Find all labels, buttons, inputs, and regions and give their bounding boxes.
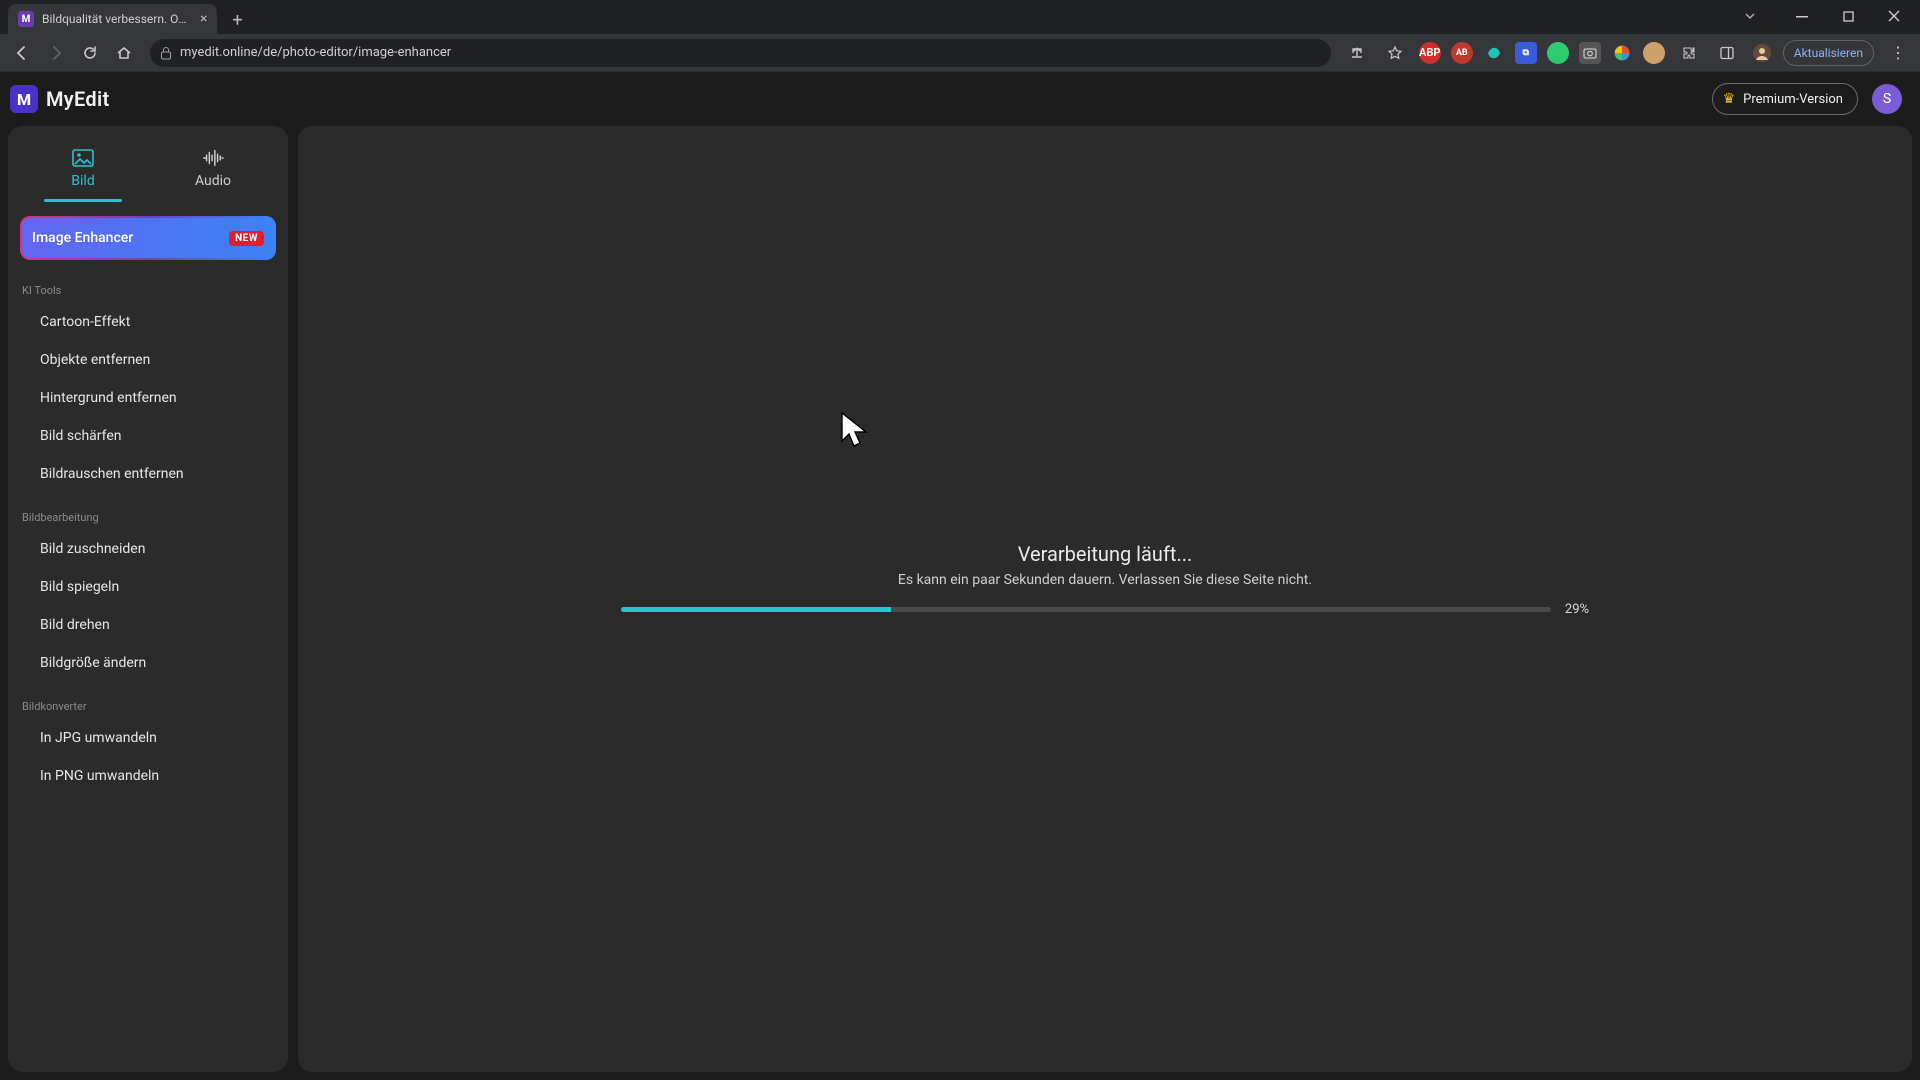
extension-deepl-icon[interactable]: ⧉	[1515, 42, 1537, 64]
new-badge: NEW	[229, 231, 264, 246]
nav-back-icon[interactable]	[8, 39, 36, 67]
mode-tab-image[interactable]: Bild	[18, 136, 148, 202]
user-avatar[interactable]: S	[1872, 84, 1902, 114]
brand[interactable]: M MyEdit	[10, 85, 110, 113]
tool-cartoon-effekt[interactable]: Cartoon-Effekt	[18, 303, 278, 341]
brand-logo-icon: M	[10, 85, 38, 113]
app-header: M MyEdit ♛ Premium-Version S	[0, 72, 1920, 126]
main-panel: Verarbeitung läuft... Es kann ein paar S…	[298, 126, 1912, 1072]
tool-in-jpg-umwandeln[interactable]: In JPG umwandeln	[18, 719, 278, 757]
browser-toolbar: myedit.online/de/photo-editor/image-enha…	[0, 34, 1920, 72]
audio-icon	[202, 149, 224, 167]
browser-tabstrip: M Bildqualität verbessern. Online m × +	[0, 0, 1920, 34]
extensions-area: ABP AB ⧉ Aktualisieren ⋮	[1343, 39, 1912, 67]
extension-colorwheel-icon[interactable]	[1611, 42, 1633, 64]
tool-bild-zuschneiden[interactable]: Bild zuschneiden	[18, 530, 278, 568]
mode-tab-audio[interactable]: Audio	[148, 136, 278, 202]
share-icon[interactable]	[1343, 39, 1371, 67]
extension-camera-icon[interactable]	[1579, 42, 1601, 64]
mode-tab-audio-label: Audio	[195, 173, 231, 189]
tab-close-icon[interactable]: ×	[200, 12, 207, 26]
extension-surfshark-icon[interactable]	[1483, 42, 1505, 64]
progress-bar-fill	[621, 607, 891, 612]
extension-adblock-icon[interactable]: AB	[1451, 42, 1473, 64]
mouse-cursor-icon	[838, 411, 872, 451]
refresh-button[interactable]: Aktualisieren	[1783, 40, 1874, 66]
bookmark-star-icon[interactable]	[1381, 39, 1409, 67]
address-bar[interactable]: myedit.online/de/photo-editor/image-enha…	[150, 39, 1331, 67]
tool-hintergrund-entfernen[interactable]: Hintergrund entfernen	[18, 379, 278, 417]
progress-subtitle: Es kann ein paar Sekunden dauern. Verlas…	[898, 572, 1312, 588]
browser-menu-icon[interactable]: ⋮	[1884, 43, 1912, 62]
window-maximize-icon[interactable]	[1826, 2, 1870, 30]
hero-label: Image Enhancer	[32, 230, 133, 246]
new-tab-button[interactable]: +	[223, 6, 251, 34]
extension-green-icon[interactable]	[1547, 42, 1569, 64]
tool-in-png-umwandeln[interactable]: In PNG umwandeln	[18, 757, 278, 795]
group-header-bildkonverter: Bildkonverter	[22, 700, 274, 713]
nav-reload-icon[interactable]	[76, 39, 104, 67]
extensions-puzzle-icon[interactable]	[1675, 39, 1703, 67]
crown-icon: ♛	[1723, 91, 1736, 107]
progress-percent: 29%	[1565, 602, 1589, 617]
progress-title: Verarbeitung läuft...	[1018, 542, 1193, 566]
tool-objekte-entfernen[interactable]: Objekte entfernen	[18, 341, 278, 379]
extension-abp-icon[interactable]: ABP	[1419, 42, 1441, 64]
tab-title: Bildqualität verbessern. Online m	[42, 12, 192, 26]
extension-tan-icon[interactable]	[1643, 42, 1665, 64]
lock-icon	[160, 46, 172, 60]
brand-name: MyEdit	[46, 87, 110, 111]
nav-home-icon[interactable]	[110, 39, 138, 67]
premium-label: Premium-Version	[1743, 92, 1843, 107]
tool-bild-spiegeln[interactable]: Bild spiegeln	[18, 568, 278, 606]
group-header-ki-tools: KI Tools	[22, 284, 274, 297]
tool-bild-drehen[interactable]: Bild drehen	[18, 606, 278, 644]
premium-button[interactable]: ♛ Premium-Version	[1712, 83, 1858, 115]
sidebar-hero-image-enhancer[interactable]: Image Enhancer NEW	[20, 216, 276, 260]
tool-bildrauschen-entfernen[interactable]: Bildrauschen entfernen	[18, 455, 278, 493]
sidebar: Bild Audio Image Enhancer NEW K	[8, 126, 288, 1072]
tab-favicon: M	[18, 11, 34, 27]
nav-forward-icon[interactable]	[42, 39, 70, 67]
window-close-icon[interactable]	[1872, 2, 1916, 30]
progress-bar	[621, 607, 1551, 612]
image-icon	[72, 149, 94, 167]
mode-tab-image-label: Bild	[71, 173, 94, 189]
tool-bild-schaerfen[interactable]: Bild schärfen	[18, 417, 278, 455]
profile-avatar-icon[interactable]	[1751, 42, 1773, 64]
browser-tab-active[interactable]: M Bildqualität verbessern. Online m ×	[8, 4, 217, 34]
tool-bildgroesse-aendern[interactable]: Bildgröße ändern	[18, 644, 278, 682]
progress-block: Verarbeitung läuft... Es kann ein paar S…	[298, 542, 1912, 617]
url-text: myedit.online/de/photo-editor/image-enha…	[180, 45, 451, 60]
group-header-bildbearbeitung: Bildbearbeitung	[22, 511, 274, 524]
sidepanel-icon[interactable]	[1713, 39, 1741, 67]
tabs-dropdown-icon[interactable]	[1730, 2, 1770, 30]
window-minimize-icon[interactable]	[1780, 2, 1824, 30]
